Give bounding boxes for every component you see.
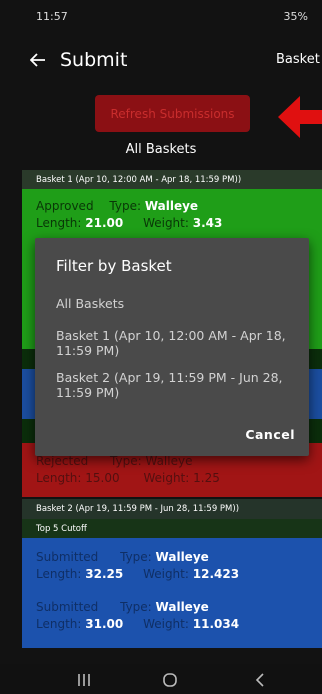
weight-value: 1.25: [193, 471, 220, 485]
filter-option-basket-1[interactable]: Basket 1 (Apr 10, 12:00 AM - Apr 18, 11:…: [56, 328, 288, 358]
status-bar: 11:57 35%: [0, 0, 322, 32]
current-filter-label: All Baskets: [125, 142, 197, 157]
length-label: Length:: [36, 567, 82, 581]
submission-status: Submitted: [36, 600, 99, 614]
submission-status: Approved: [36, 199, 94, 213]
type-value: Walleye: [145, 454, 193, 468]
red-arrow-icon: [278, 96, 322, 138]
submitted-submission-entry[interactable]: Submitted Type: Walleye Length: 32.25 We…: [36, 549, 322, 583]
back-nav-icon[interactable]: [248, 670, 272, 690]
basket1-header: Basket 1 (Apr 10, 12:00 AM - Apr 18, 11:…: [22, 170, 322, 189]
back-arrow-icon[interactable]: [18, 32, 58, 88]
weight-value: 12.423: [192, 567, 240, 581]
submission-status: Submitted: [36, 550, 99, 564]
type-value: Walleye: [155, 550, 209, 564]
length-value: 21.00: [85, 216, 124, 230]
type-label: Type:: [120, 550, 152, 564]
length-label: Length:: [36, 216, 82, 230]
app-bar: Submit Basket: [0, 32, 322, 88]
submitted-cards: Submitted Type: Walleye Length: 32.25 We…: [22, 538, 322, 648]
length-label: Length:: [36, 617, 82, 631]
filter-by-basket-dialog: Filter by Basket All Baskets Basket 1 (A…: [35, 238, 309, 456]
weight-label: Weight:: [143, 216, 189, 230]
type-label: Type:: [110, 454, 142, 468]
home-icon[interactable]: [158, 670, 182, 690]
length-value: 15.00: [85, 471, 120, 485]
filter-option-all-baskets[interactable]: All Baskets: [56, 296, 288, 311]
cancel-button[interactable]: Cancel: [245, 427, 295, 442]
weight-value: 3.43: [192, 216, 223, 230]
weight-label: Weight:: [143, 567, 189, 581]
basket2-header: Basket 2 (Apr 19, 11:59 PM - Jun 28, 11:…: [22, 499, 322, 519]
system-nav-bar: [0, 664, 322, 694]
length-value: 31.00: [85, 617, 124, 631]
weight-value: 11.034: [192, 617, 240, 631]
section-divider: [22, 648, 322, 656]
weight-label: Weight:: [143, 617, 189, 631]
type-value: Walleye: [155, 600, 209, 614]
status-time: 11:57: [36, 9, 68, 23]
page-title: Submit: [60, 49, 128, 71]
length-value: 32.25: [85, 567, 124, 581]
type-label: Type:: [120, 600, 152, 614]
weight-label: Weight:: [143, 471, 190, 485]
basket-tab-button[interactable]: Basket: [276, 32, 322, 88]
length-label: Length:: [36, 471, 82, 485]
submission-status: Rejected: [36, 454, 89, 468]
type-label: Type:: [109, 199, 141, 213]
filter-option-basket-2[interactable]: Basket 2 (Apr 19, 11:59 PM - Jun 28, 11:…: [56, 370, 288, 400]
top5-cutoff-header: Top 5 Cutoff: [22, 519, 322, 538]
submitted-submission-entry[interactable]: Submitted Type: Walleye Length: 31.00 We…: [36, 599, 322, 633]
recent-apps-icon[interactable]: [72, 670, 96, 690]
dialog-title: Filter by Basket: [56, 257, 172, 275]
battery-level: 35%: [283, 9, 308, 23]
type-value: Walleye: [144, 199, 199, 213]
refresh-submissions-button[interactable]: Refresh Submissions: [95, 95, 250, 132]
